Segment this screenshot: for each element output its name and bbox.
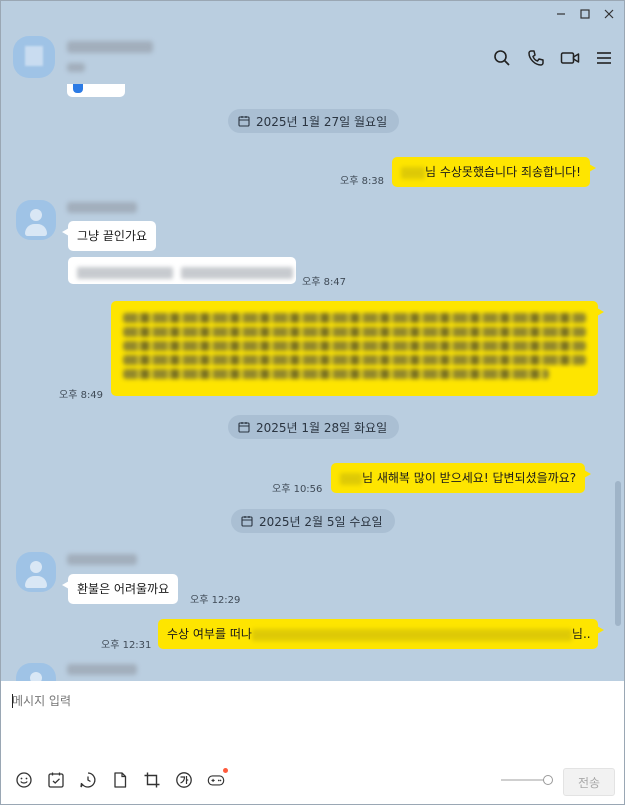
chat-area[interactable]: 2025년 1월 27일 월요일 오후 8:38 님 수상못했습니다 죄송합니다… <box>1 1 624 681</box>
emoji-icon[interactable] <box>15 771 33 789</box>
other-message-bubble[interactable]: 그냥 끝인가요 <box>61 221 157 251</box>
phone-icon[interactable] <box>526 48 546 68</box>
redacted-name <box>401 166 425 179</box>
sender-avatar[interactable] <box>16 200 56 240</box>
chat-subtitle-redacted <box>67 63 85 72</box>
redacted-text <box>251 628 572 641</box>
other-message-bubble-redacted[interactable] <box>68 257 296 284</box>
my-message-bubble-redacted[interactable] <box>111 301 604 396</box>
calendar-icon <box>241 516 253 527</box>
date-label: 2025년 2월 5일 수요일 <box>259 514 383 529</box>
message-time: 오후 12:31 <box>101 640 152 651</box>
text-cursor <box>12 694 13 708</box>
chat-window: 2025년 1월 27일 월요일 오후 8:38 님 수상못했습니다 죄송합니다… <box>0 0 625 805</box>
minimize-icon[interactable] <box>552 5 570 23</box>
message-time: 오후 8:49 <box>59 390 104 401</box>
my-message-bubble[interactable]: 님 수상못했습니다 죄송합니다! <box>392 157 596 187</box>
message-time: 오후 12:29 <box>190 595 241 606</box>
scrollbar[interactable] <box>615 481 621 626</box>
date-divider: 2025년 1월 27일 월요일 <box>228 109 400 133</box>
calendar-icon <box>238 116 250 127</box>
window-controls <box>552 5 618 23</box>
sender-avatar[interactable] <box>16 552 56 592</box>
message-time: 오후 8:47 <box>302 277 347 288</box>
sender-name-redacted <box>67 664 137 675</box>
message-time: 오후 10:56 <box>272 484 323 495</box>
clock-icon[interactable] <box>79 771 97 789</box>
close-icon[interactable] <box>600 5 618 23</box>
menu-icon[interactable] <box>594 48 614 68</box>
schedule-icon[interactable] <box>47 771 65 789</box>
maximize-icon[interactable] <box>576 5 594 23</box>
message-time: 오후 8:38 <box>340 176 385 187</box>
message-text: 환불은 어려울까요 <box>77 582 170 596</box>
translate-icon[interactable] <box>175 771 193 789</box>
date-label: 2025년 1월 27일 월요일 <box>256 114 388 129</box>
search-icon[interactable] <box>492 48 512 68</box>
game-icon[interactable] <box>207 768 228 789</box>
message-composer: 전송 <box>1 681 624 804</box>
notification-dot <box>223 768 228 773</box>
chat-profile-avatar[interactable] <box>13 36 55 78</box>
previous-message-fragment <box>67 84 125 97</box>
header-toolbar <box>492 48 614 68</box>
message-text-end: 님.. <box>571 627 591 641</box>
date-divider: 2025년 1월 28일 화요일 <box>228 415 400 439</box>
my-message-bubble[interactable]: 수상 여부를 떠나 님.. <box>158 619 604 649</box>
other-message-bubble[interactable]: 환불은 어려울까요 <box>61 574 179 604</box>
date-label: 2025년 1월 28일 화요일 <box>256 420 388 435</box>
composer-toolbar <box>15 768 228 789</box>
calendar-icon <box>238 422 250 433</box>
redacted-name <box>340 472 362 485</box>
message-text: 수상 여부를 떠나 <box>167 627 252 641</box>
date-divider: 2025년 2월 5일 수요일 <box>231 509 395 533</box>
my-message-bubble[interactable]: 님 새해복 많이 받으세요! 답변되셨을까요? <box>331 463 592 493</box>
video-icon[interactable] <box>560 48 580 68</box>
chat-title-redacted <box>67 41 153 53</box>
message-input[interactable] <box>12 692 612 752</box>
sender-avatar[interactable] <box>16 663 56 681</box>
file-icon[interactable] <box>111 771 129 789</box>
message-text: 님 새해복 많이 받으세요! 답변되셨을까요? <box>362 471 577 485</box>
send-button[interactable]: 전송 <box>563 768 615 796</box>
message-text: 님 수상못했습니다 죄송합니다! <box>425 165 581 179</box>
slider-knob[interactable] <box>543 775 553 785</box>
sender-name-redacted <box>67 554 137 565</box>
crop-icon[interactable] <box>143 771 161 789</box>
sender-name-redacted <box>67 202 137 213</box>
message-text: 그냥 끝인가요 <box>77 229 148 243</box>
font-size-slider[interactable] <box>501 775 553 785</box>
